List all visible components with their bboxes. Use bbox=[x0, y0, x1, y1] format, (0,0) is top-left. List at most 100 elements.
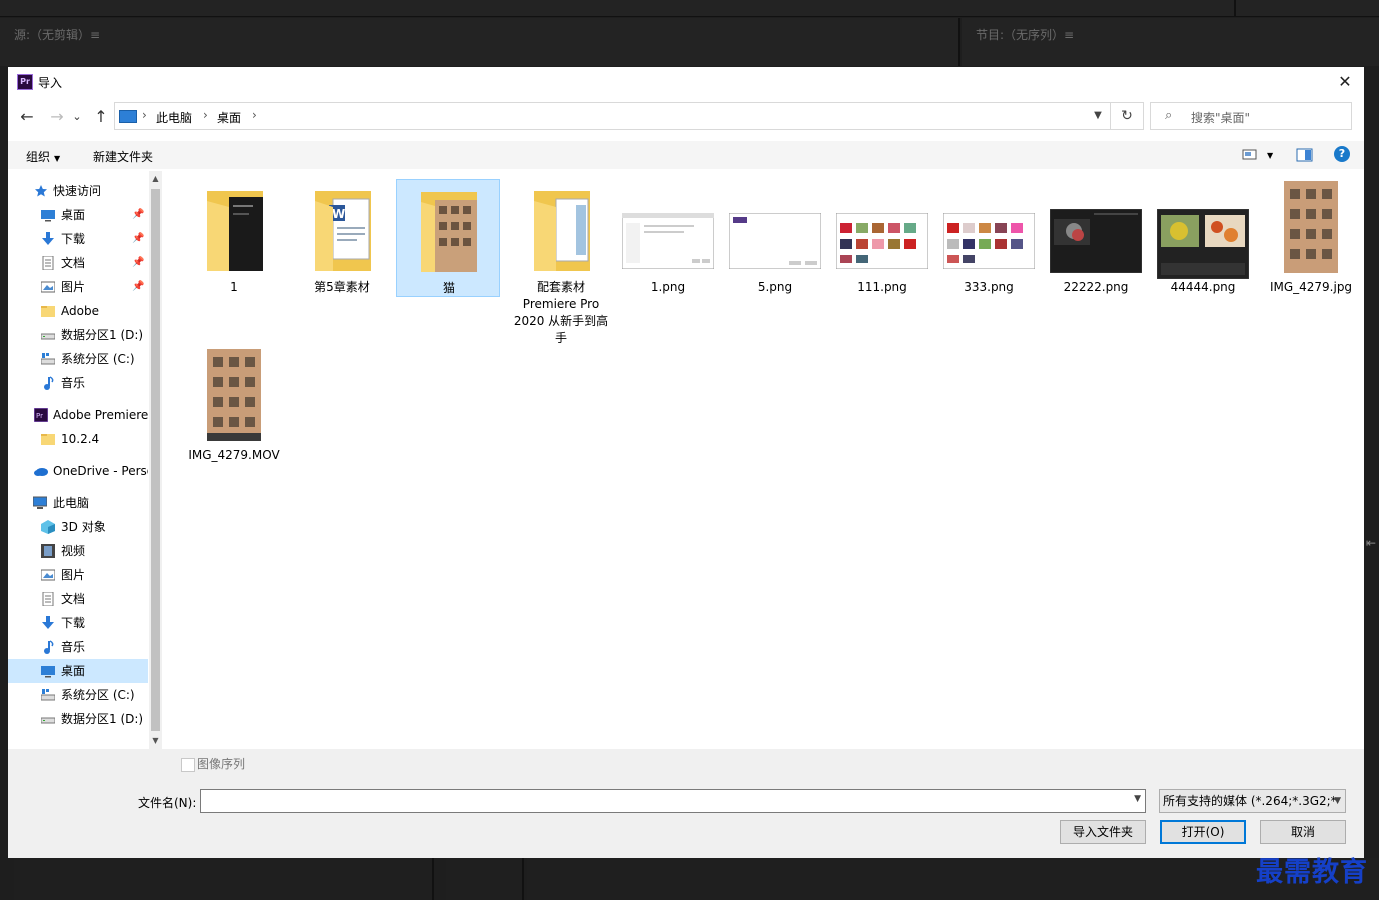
file-item-22222-png[interactable]: 22222.png bbox=[1044, 179, 1148, 297]
sidebar-item-label: 文档 bbox=[61, 592, 86, 606]
sidebar-item-pictures[interactable]: 图片 📌 bbox=[8, 275, 148, 299]
file-name: 111.png bbox=[857, 280, 907, 294]
system-drive-icon bbox=[41, 689, 55, 701]
sidebar-item-desktop[interactable]: 桌面 📌 bbox=[8, 203, 148, 227]
chevron-down-icon[interactable]: ▼ bbox=[1134, 794, 1141, 804]
breadcrumb-separator[interactable]: › bbox=[203, 108, 208, 122]
building-photo-icon bbox=[1284, 181, 1338, 273]
file-item-44444-png[interactable]: 44444.png bbox=[1151, 179, 1255, 297]
refresh-button[interactable]: ↻ bbox=[1110, 103, 1143, 129]
sidebar-item-drive-d[interactable]: 数据分区1 (D:) bbox=[8, 707, 148, 731]
close-button[interactable]: ✕ bbox=[1334, 71, 1356, 93]
file-item-folder-materials[interactable]: 配套素材 Premiere Pro 2020 从新手到高手 bbox=[509, 179, 613, 345]
sidebar-item-videos[interactable]: 视频 bbox=[8, 539, 148, 563]
program-panel: 节目:（无序列）≡ bbox=[962, 18, 1379, 66]
sidebar-item-onedrive[interactable]: OneDrive - Perso bbox=[8, 459, 148, 483]
program-panel-title: 节目:（无序列）≡ bbox=[976, 28, 1075, 42]
sidebar-item-this-pc[interactable]: 此电脑 bbox=[8, 491, 148, 515]
file-name: IMG_4279.jpg bbox=[1269, 280, 1353, 294]
scroll-up-icon[interactable]: ▲ bbox=[149, 171, 162, 187]
open-button[interactable]: 打开(O) bbox=[1160, 820, 1246, 844]
sidebar-item-adobe-premiere[interactable]: Pr Adobe Premiere bbox=[8, 403, 148, 427]
file-item-folder-chapter5[interactable]: W 第5章素材 bbox=[290, 179, 394, 297]
sidebar-item-label: 系统分区 (C:) bbox=[61, 688, 135, 702]
sidebar-item-label: 桌面 bbox=[61, 208, 86, 222]
folder-doc-icon bbox=[534, 191, 590, 271]
sidebar-item-adobe[interactable]: Adobe bbox=[8, 299, 148, 323]
change-view-icon[interactable] bbox=[1242, 147, 1258, 161]
screenshot-gallery-icon bbox=[943, 213, 1035, 269]
pin-icon[interactable]: 📌 bbox=[132, 227, 144, 251]
organize-button[interactable]: 组织 ▼ bbox=[26, 148, 60, 165]
timeline-panel bbox=[527, 858, 1379, 900]
search-placeholder: 搜索"桌面" bbox=[1191, 111, 1251, 125]
video-icon bbox=[41, 544, 55, 558]
sidebar-item-label: 视频 bbox=[61, 544, 86, 558]
forward-button[interactable]: → bbox=[46, 105, 68, 129]
scroll-down-icon[interactable]: ▼ bbox=[149, 733, 162, 749]
file-item-111-png[interactable]: 111.png bbox=[830, 179, 934, 297]
file-item-folder-1[interactable]: 1 bbox=[182, 179, 286, 297]
recent-locations-button[interactable]: ⌄ bbox=[70, 105, 84, 129]
sidebar-item-quick-access[interactable]: 快速访问 bbox=[8, 179, 148, 203]
file-item-333-png[interactable]: 333.png bbox=[937, 179, 1041, 297]
sidebar-item-documents[interactable]: 文档 bbox=[8, 587, 148, 611]
sidebar-item-drive-c[interactable]: 系统分区 (C:) bbox=[8, 347, 148, 371]
cancel-button[interactable]: 取消 bbox=[1260, 820, 1346, 844]
source-panel-title: 源:（无剪辑）≡ bbox=[14, 28, 101, 42]
premiere-icon: Pr bbox=[34, 408, 48, 422]
file-item-folder-cat[interactable]: 猫 bbox=[396, 179, 500, 297]
music-icon bbox=[44, 640, 54, 654]
document-icon bbox=[42, 256, 54, 270]
file-item-img-4279-jpg[interactable]: IMG_4279.jpg bbox=[1259, 179, 1363, 297]
view-options-chevron-icon[interactable]: ▼ bbox=[1267, 151, 1273, 160]
sidebar-item-desktop-selected[interactable]: 桌面 bbox=[8, 659, 148, 683]
search-input[interactable]: ⌕ 搜索"桌面" bbox=[1150, 102, 1352, 130]
back-button[interactable]: ← bbox=[16, 105, 38, 129]
sidebar-item-drive-c[interactable]: 系统分区 (C:) bbox=[8, 683, 148, 707]
file-name: 1 bbox=[230, 280, 238, 294]
building-video-icon bbox=[207, 349, 261, 441]
help-icon[interactable]: ? bbox=[1334, 146, 1350, 162]
file-item-1-png[interactable]: 1.png bbox=[616, 179, 720, 297]
breadcrumb-separator[interactable]: › bbox=[142, 108, 147, 122]
image-sequence-checkbox[interactable] bbox=[181, 758, 195, 772]
file-type-select[interactable]: 所有支持的媒体 (*.264;*.3G2;* ▼ bbox=[1159, 789, 1346, 813]
folder-icon bbox=[41, 306, 55, 317]
sidebar-item-10-2-4[interactable]: 10.2.4 bbox=[8, 427, 148, 451]
breadcrumb-this-pc[interactable]: 此电脑 bbox=[156, 109, 192, 126]
sidebar-item-drive-d[interactable]: 数据分区1 (D:) bbox=[8, 323, 148, 347]
import-folder-button[interactable]: 导入文件夹 bbox=[1060, 820, 1146, 844]
new-folder-button[interactable]: 新建文件夹 bbox=[93, 148, 153, 165]
sidebar-item-downloads[interactable]: 下载 bbox=[8, 611, 148, 635]
panel-collapse-icon[interactable]: ⇤ bbox=[1366, 536, 1376, 550]
address-bar[interactable]: › 此电脑 › 桌面 › ▼ ↻ bbox=[114, 102, 1144, 130]
star-icon bbox=[35, 185, 47, 197]
pin-icon[interactable]: 📌 bbox=[132, 251, 144, 275]
sidebar-item-music[interactable]: 音乐 bbox=[8, 371, 148, 395]
breadcrumb-separator[interactable]: › bbox=[252, 108, 257, 122]
address-dropdown-icon[interactable]: ▼ bbox=[1089, 107, 1107, 125]
music-icon bbox=[44, 376, 54, 390]
chevron-down-icon[interactable]: ▼ bbox=[1334, 790, 1341, 812]
sidebar-item-downloads[interactable]: 下载 📌 bbox=[8, 227, 148, 251]
sidebar-item-documents[interactable]: 文档 📌 bbox=[8, 251, 148, 275]
filename-field[interactable]: ▼ bbox=[200, 789, 1146, 813]
pin-icon[interactable]: 📌 bbox=[132, 203, 144, 227]
up-button[interactable]: ↑ bbox=[90, 105, 112, 129]
preview-pane-icon[interactable] bbox=[1296, 147, 1314, 163]
drive-icon bbox=[41, 717, 55, 724]
scrollbar-thumb[interactable] bbox=[151, 189, 160, 731]
breadcrumb-desktop[interactable]: 桌面 bbox=[217, 109, 241, 126]
file-item-5-png[interactable]: 5.png bbox=[723, 179, 827, 297]
navigation-pane: 快速访问 桌面 📌 下载 📌 文档 📌 图片 📌 Adobe 数据分区1 (D:… bbox=[8, 171, 148, 749]
pictures-icon bbox=[41, 569, 55, 581]
navigation-scrollbar[interactable]: ▲ ▼ bbox=[149, 171, 162, 749]
sidebar-item-3d-objects[interactable]: 3D 对象 bbox=[8, 515, 148, 539]
file-item-img-4279-mov[interactable]: IMG_4279.MOV bbox=[182, 347, 286, 465]
file-name: 猫 bbox=[442, 281, 455, 295]
pin-icon[interactable]: 📌 bbox=[132, 275, 144, 299]
sidebar-item-music[interactable]: 音乐 bbox=[8, 635, 148, 659]
sidebar-item-pictures[interactable]: 图片 bbox=[8, 563, 148, 587]
dialog-titlebar: Pr 导入 ✕ bbox=[8, 67, 1364, 97]
